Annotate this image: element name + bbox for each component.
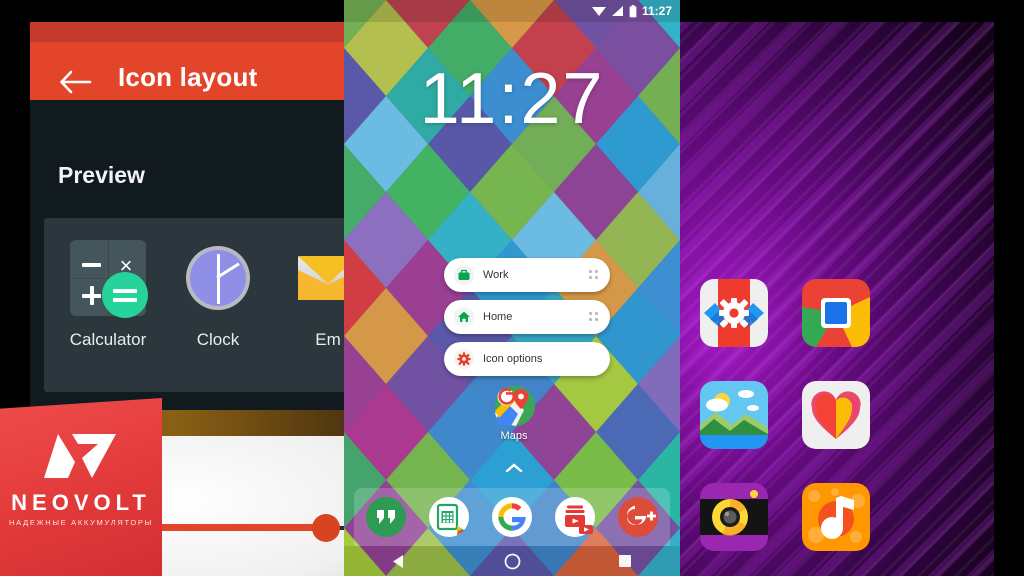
popup-item-icon-options[interactable]: Icon options — [444, 342, 610, 376]
youtube-icon[interactable] — [553, 495, 597, 539]
gear-icon — [454, 349, 474, 369]
app-bar-shade — [30, 22, 350, 42]
n7-logo-icon — [44, 434, 116, 478]
battery-icon — [629, 4, 637, 17]
status-time: 11:27 — [641, 4, 672, 18]
preview-app-label: Em — [315, 330, 341, 349]
icon-shortcut-popup: Work Home Icon options — [444, 258, 610, 384]
preview-app-label: Calculator — [69, 330, 147, 349]
neovolt-watermark: NEOVOLT НАДЕЖНЫЕ АККУМУЛЯТОРЫ — [0, 398, 162, 576]
preview-app-email[interactable]: Em — [274, 240, 350, 350]
camera-icon[interactable] — [700, 483, 768, 551]
google-maps-icon[interactable] — [494, 385, 536, 427]
brand-tagline: НАДЕЖНЫЕ АККУМУЛЯТОРЫ — [9, 518, 153, 527]
icon-size-slider[interactable] — [312, 514, 340, 542]
dock — [354, 488, 670, 546]
popup-item-home[interactable]: Home — [444, 300, 610, 334]
preview-section-label: Preview — [58, 162, 145, 188]
page-title: Icon layout — [118, 62, 258, 92]
heart-icon[interactable] — [802, 381, 870, 449]
landscape-icon[interactable] — [700, 381, 768, 449]
play-sheets-icon[interactable] — [427, 495, 471, 539]
nova-settings-icon[interactable] — [700, 279, 768, 347]
wifi-icon — [591, 7, 606, 16]
desktop-icon-label: Maps — [500, 430, 528, 442]
clock-widget[interactable]: 11:27 — [344, 58, 680, 140]
chevron-up-icon[interactable] — [504, 462, 524, 474]
preview-app-label: Clock — [196, 330, 240, 349]
center-panel-home-screen: 11:27 11:27 Work Home Icon options Maps — [344, 0, 680, 576]
brand-name: NEOVOLT — [11, 490, 151, 515]
drag-handle-icon[interactable] — [589, 270, 599, 280]
status-bar: 11:27 — [344, 0, 680, 22]
preview-app-clock[interactable]: Clock — [164, 240, 272, 350]
drag-handle-icon[interactable] — [589, 312, 599, 322]
back-icon[interactable] — [392, 554, 407, 569]
briefcase-icon — [454, 265, 474, 285]
calculator-icon: × — [70, 240, 148, 318]
popup-item-work[interactable]: Work — [444, 258, 610, 292]
app-bar: Icon layout — [30, 22, 350, 100]
signal-icon — [611, 6, 623, 16]
google-plus-icon[interactable] — [616, 495, 660, 539]
popup-item-label: Home — [483, 311, 513, 323]
recents-icon[interactable] — [618, 554, 632, 568]
home-icon[interactable] — [504, 553, 521, 570]
hangouts-icon[interactable] — [364, 495, 408, 539]
chrome-icon[interactable] — [802, 279, 870, 347]
preview-card: × Calculator Clock Em — [44, 218, 350, 392]
popup-item-label: Icon options — [483, 353, 543, 365]
preview-app-calculator[interactable]: × Calculator — [54, 240, 162, 350]
email-icon — [290, 240, 350, 316]
screenshot-stage: Icon layout Preview × Calculator Clock E… — [0, 0, 1024, 576]
back-arrow-icon[interactable] — [58, 69, 92, 95]
popup-item-label: Work — [483, 269, 509, 281]
house-icon — [454, 307, 474, 327]
android-nav-bar — [344, 546, 680, 576]
music-note-icon[interactable] — [802, 483, 870, 551]
google-g-icon[interactable] — [490, 495, 534, 539]
clock-icon — [180, 240, 256, 316]
right-panel-home-screen — [680, 22, 994, 576]
